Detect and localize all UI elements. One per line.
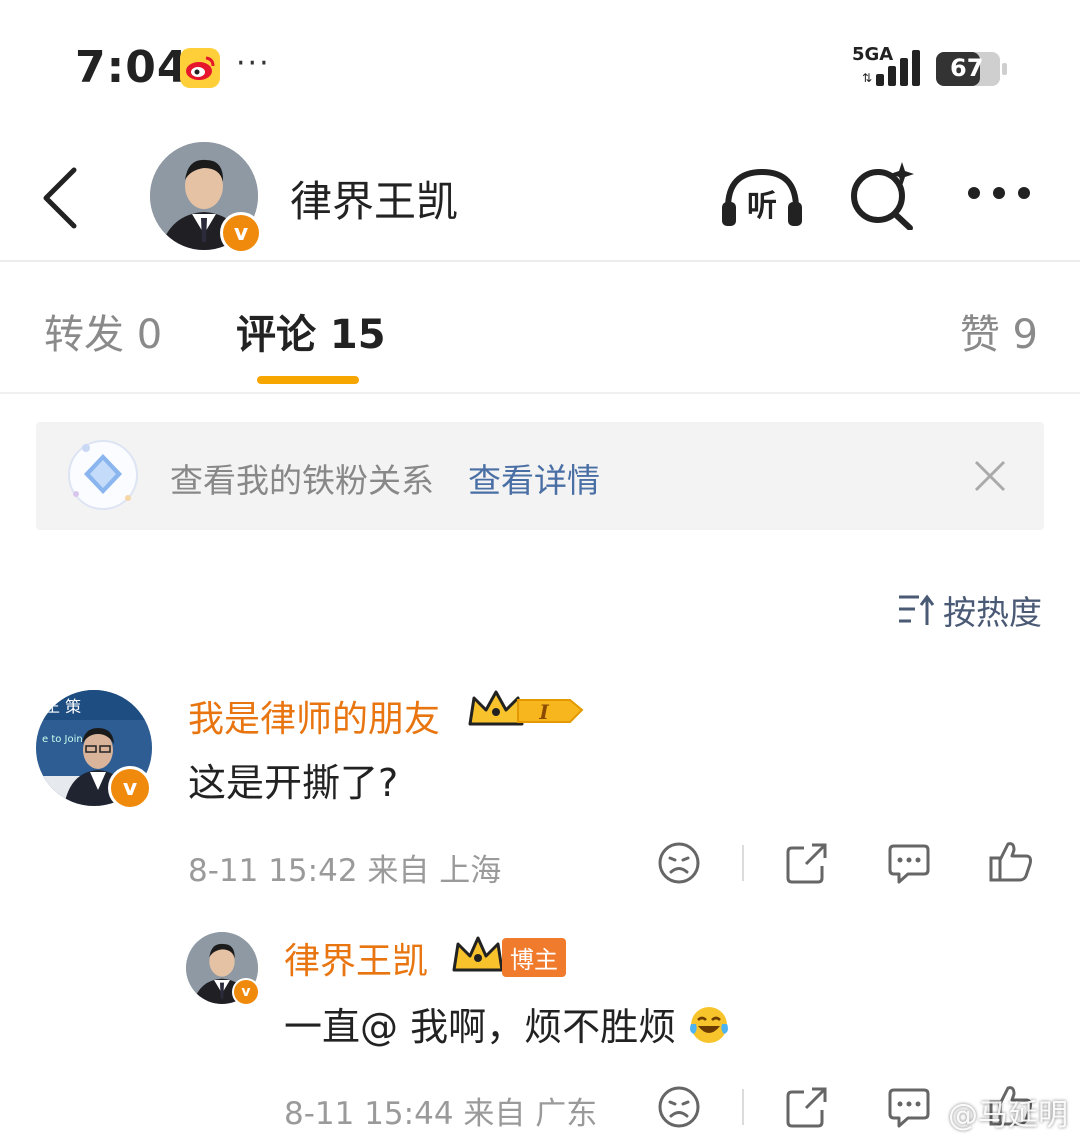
svg-text:听: 听 [747, 189, 777, 224]
sort-icon [899, 594, 935, 625]
verified-badge-icon: v [108, 766, 152, 810]
sort-label: 按热度 [943, 593, 1042, 632]
comment-meta: 8-11 15:42 来自 上海 [188, 853, 502, 889]
sort-toggle[interactable]: 按热度 [897, 586, 1042, 634]
back-arrow-icon[interactable] [38, 166, 82, 230]
verified-badge-icon: v [220, 212, 262, 254]
svg-text:⇅: ⇅ [862, 71, 872, 85]
reply-text-body: 一直@ 我啊，烦不胜烦 [284, 1005, 677, 1049]
sad-face-icon[interactable] [656, 1084, 702, 1130]
crown-icon [452, 936, 504, 972]
more-options-icon[interactable] [966, 184, 1032, 202]
close-icon[interactable] [970, 456, 1010, 496]
banner-text: 查看我的铁粉关系 [170, 461, 434, 500]
page-title: 律界王凯 [290, 177, 459, 226]
comment-bubble-icon[interactable] [886, 1084, 932, 1130]
svg-text:正 策: 正 策 [44, 697, 81, 716]
battery-level: 67 [950, 54, 984, 82]
reply-meta: 8-11 15:44 来自 广东 [284, 1096, 598, 1132]
watermark: @马延明 [948, 1098, 1068, 1133]
signal-icon: ⇅ [862, 50, 920, 86]
reply-text: 一直@ 我啊，烦不胜烦 [284, 996, 730, 1051]
laugh-cry-emoji-icon [690, 1007, 729, 1043]
status-time: 7:04 [75, 42, 189, 93]
status-more-icon: ··· [236, 46, 271, 81]
active-tab-indicator [257, 376, 359, 384]
svg-text:e to Join: e to Join [42, 734, 83, 745]
banner-view-details-link[interactable]: 查看详情 [468, 454, 600, 502]
share-icon[interactable] [784, 1084, 830, 1130]
tab-comments[interactable]: 评论 15 [236, 302, 386, 360]
tab-likes[interactable]: 赞 9 [960, 302, 1038, 360]
fan-relation-banner[interactable]: 查看我的铁粉关系 查看详情 [36, 422, 1044, 530]
comment-bubble-icon[interactable] [886, 840, 932, 886]
battery-icon: 67 [936, 52, 1008, 86]
status-bar: 7:04 ··· 5GA ⇅ 67 [0, 0, 1080, 130]
top-nav: v 律界王凯 听 [0, 130, 1080, 262]
fan-level-badge-icon: I [468, 690, 584, 726]
listen-headphones-icon[interactable]: 听 [720, 164, 804, 228]
profile-avatar[interactable]: v [150, 142, 262, 254]
share-icon[interactable] [784, 840, 830, 886]
fan-level: I [538, 700, 549, 724]
diamond-icon [68, 440, 138, 510]
verified-badge-icon: v [232, 978, 260, 1006]
reply-username[interactable]: 律界王凯 [284, 932, 428, 984]
divider [742, 1089, 744, 1125]
search-icon[interactable] [848, 160, 916, 230]
tab-bar: 转发 0 评论 15 赞 9 [0, 262, 1080, 394]
comment-username[interactable]: 我是律师的朋友 [188, 690, 440, 742]
divider [742, 845, 744, 881]
weibo-app-icon [180, 48, 220, 88]
tab-forward[interactable]: 转发 0 [44, 302, 162, 360]
comment-text: 这是开撕了? [188, 761, 399, 805]
blogger-tag: 博主 [502, 938, 566, 977]
like-thumb-icon[interactable] [988, 838, 1034, 884]
sad-face-icon[interactable] [656, 840, 702, 886]
